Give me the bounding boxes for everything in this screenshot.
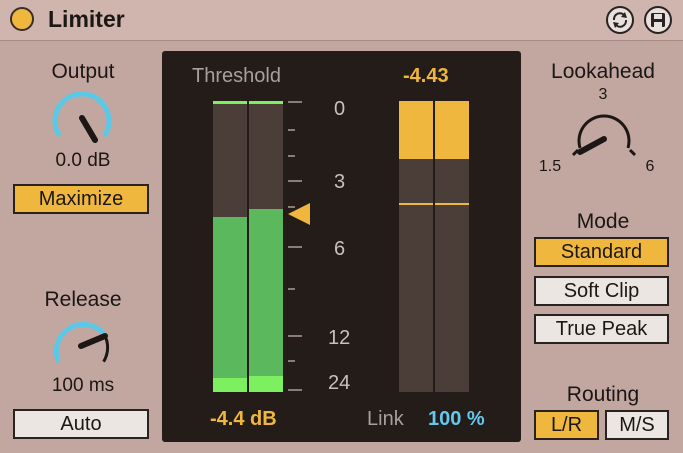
release-value: 100 ms [51,375,115,396]
routing-label: Routing [566,383,640,406]
lookahead-label: Lookahead [551,60,655,83]
save-icon [651,13,665,27]
routing-ms-button[interactable]: M/S [605,410,669,440]
scale-label-6: 6 [334,238,346,260]
lookahead-mid-label: 3 [598,86,608,103]
input-meter-left-fill [213,217,247,392]
input-meter-right-peak [249,101,283,104]
mode-label: Mode [576,210,630,233]
hot-swap-button[interactable] [606,6,634,34]
input-meter-left-floor [213,378,247,392]
threshold-arrow-handle[interactable] [286,200,312,228]
link-value[interactable]: 100 % [428,408,485,431]
gain-reduction-right-fill [435,101,469,160]
meter-panel: Threshold -4.43 0 3 6 12 24 -4.4 dB Link… [162,51,521,442]
threshold-value[interactable]: -4.4 dB [210,408,277,431]
lookahead-max-label: 6 [645,158,655,175]
mode-true-peak-button[interactable]: True Peak [534,314,669,344]
gain-reduction-left-fill [399,101,433,160]
release-knob[interactable] [46,312,116,378]
refresh-icon [612,12,628,28]
mode-standard-button[interactable]: Standard [534,237,669,267]
lookahead-min-label: 1.5 [538,158,562,175]
gain-reduction-right-marker [435,203,469,205]
link-label: Link [367,408,404,430]
scale-label-3: 3 [334,171,346,193]
input-meter-left [213,101,247,392]
scale-label-12: 12 [328,327,351,349]
gain-reduction-value: -4.43 [403,65,449,87]
output-value: 0.0 dB [55,150,111,171]
scale-label-0: 0 [334,98,346,120]
limiter-device: Limiter Output 0.0 dB Maximize Release 1… [0,0,683,453]
meter-tick-scale [288,101,302,391]
gain-reduction-meter-right [435,101,469,392]
maximize-button[interactable]: Maximize [13,184,149,214]
input-meter-left-peak [213,101,247,104]
release-label: Release [44,288,122,311]
gain-reduction-left-marker [399,203,433,205]
lookahead-knob[interactable] [564,106,644,166]
save-preset-button[interactable] [644,6,672,34]
mode-soft-clip-button[interactable]: Soft Clip [534,276,669,306]
input-meter-right-fill [249,208,283,392]
input-meter-right-floor [249,376,283,392]
threshold-label: Threshold [192,65,281,87]
routing-lr-button[interactable]: L/R [534,410,599,440]
gain-reduction-meter-left [399,101,433,392]
scale-label-24: 24 [328,372,351,394]
device-title: Limiter [48,6,125,32]
auto-release-button[interactable]: Auto [13,409,149,439]
device-power-button[interactable] [10,7,34,31]
output-label: Output [51,60,115,83]
title-bar: Limiter [0,0,683,41]
input-meter-right [249,101,283,392]
output-knob[interactable] [47,86,117,152]
